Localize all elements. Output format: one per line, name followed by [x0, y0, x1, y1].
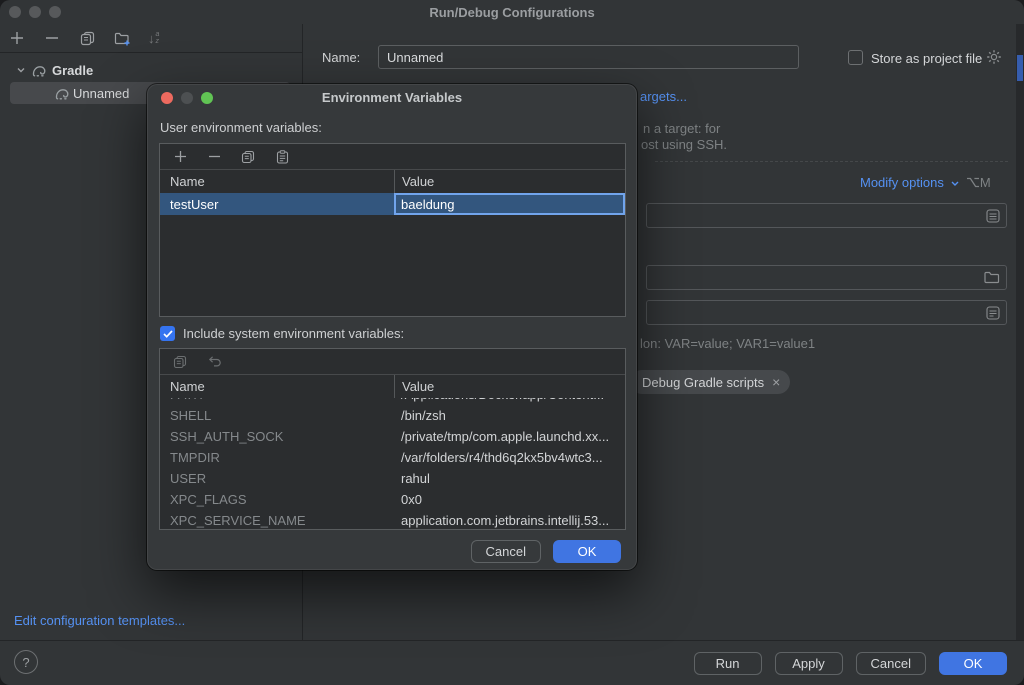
- gear-icon[interactable]: [986, 49, 1002, 68]
- ok-button[interactable]: OK: [939, 652, 1007, 675]
- folder-icon[interactable]: [983, 270, 1001, 285]
- section-divider: [655, 161, 1008, 162]
- sort-configurations-icon[interactable]: ↓az: [148, 31, 159, 46]
- undo-icon[interactable]: [205, 353, 223, 371]
- edit-configuration-templates-link[interactable]: Edit configuration templates...: [14, 613, 185, 628]
- include-system-env-checkbox[interactable]: [160, 326, 175, 341]
- env-value-cell[interactable]: baeldung: [394, 193, 625, 215]
- system-env-vars-table: Name Value PATH /Applications/Docker.app…: [159, 348, 626, 530]
- dialog-footer-bar: ? Run Apply Cancel OK: [0, 640, 1024, 685]
- add-configuration-icon[interactable]: [8, 29, 26, 47]
- value-column-header[interactable]: Value: [394, 170, 625, 193]
- env-value-cell[interactable]: /var/folders/r4/thd6q2kx5bv4wtc3...: [394, 447, 625, 468]
- dialog-title: Environment Variables: [147, 90, 637, 105]
- sidebar-toolbar: ↓az: [0, 24, 302, 53]
- user-env-vars-label: User environment variables:: [160, 120, 322, 135]
- user-table-toolbar: [160, 144, 625, 170]
- env-value-cell: /Applications/Docker.app/Content...: [394, 398, 625, 405]
- gradle-icon: [54, 86, 70, 100]
- table-row[interactable]: XPC_SERVICE_NAMEapplication.com.jetbrain…: [160, 510, 625, 531]
- chevron-down-icon[interactable]: [16, 65, 26, 75]
- env-name-cell[interactable]: XPC_FLAGS: [160, 492, 394, 507]
- working-directory-input[interactable]: [646, 265, 1007, 290]
- paste-icon[interactable]: [273, 148, 291, 166]
- table-row[interactable]: testUserbaeldung: [160, 193, 625, 215]
- table-header: Name Value: [160, 375, 625, 398]
- check-icon: [163, 330, 173, 338]
- system-table-body: SHELL/bin/zshSSH_AUTH_SOCK/private/tmp/c…: [160, 405, 625, 531]
- tree-node-label: Gradle: [52, 63, 93, 78]
- option-key-icon: [966, 177, 979, 188]
- name-label: Name:: [322, 50, 360, 65]
- tag-label: Debug Gradle scripts: [642, 375, 764, 390]
- chevron-down-icon[interactable]: [950, 179, 960, 189]
- cancel-button[interactable]: Cancel: [856, 652, 926, 675]
- env-name-cell[interactable]: SSH_AUTH_SOCK: [160, 429, 394, 444]
- manage-targets-link[interactable]: argets...: [640, 89, 687, 104]
- env-name-cell[interactable]: testUser: [160, 197, 394, 212]
- table-row[interactable]: SHELL/bin/zsh: [160, 405, 625, 426]
- modify-options-shortcut: M: [966, 175, 991, 190]
- dialog-ok-button[interactable]: OK: [553, 540, 621, 563]
- environment-variables-input[interactable]: [646, 300, 1007, 325]
- name-column-header[interactable]: Name: [160, 379, 394, 394]
- env-name-cell[interactable]: USER: [160, 471, 394, 486]
- tree-node-label: Unnamed: [73, 86, 129, 101]
- target-hint-line1: n a target: for: [643, 121, 720, 136]
- debug-gradle-scripts-tag[interactable]: Debug Gradle scripts ×: [630, 370, 790, 394]
- table-row[interactable]: SSH_AUTH_SOCK/private/tmp/com.apple.laun…: [160, 426, 625, 447]
- env-value-cell[interactable]: /private/tmp/com.apple.launchd.xx...: [394, 426, 625, 447]
- user-env-vars-table: Name Value testUserbaeldung: [159, 143, 626, 317]
- value-column-header[interactable]: Value: [394, 375, 625, 398]
- table-row[interactable]: USERrahul: [160, 468, 625, 489]
- env-value-cell[interactable]: rahul: [394, 468, 625, 489]
- window-title: Run/Debug Configurations: [0, 5, 1024, 20]
- copy-icon[interactable]: [239, 148, 257, 166]
- copy-icon[interactable]: [171, 353, 189, 371]
- env-name-cell[interactable]: TMPDIR: [160, 450, 394, 465]
- user-table-body: testUserbaeldung: [160, 193, 625, 215]
- expand-list-icon[interactable]: [985, 208, 1001, 224]
- remove-configuration-icon[interactable]: [43, 29, 61, 47]
- store-as-project-file-label: Store as project file: [871, 51, 982, 66]
- env-vars-hint: lon: VAR=value; VAR1=value1: [640, 336, 815, 351]
- env-value-cell[interactable]: 0x0: [394, 489, 625, 510]
- include-system-env-label[interactable]: Include system environment variables:: [183, 326, 404, 341]
- help-icon[interactable]: ?: [14, 650, 38, 674]
- run-button[interactable]: Run: [694, 652, 762, 675]
- clipped-table-row[interactable]: PATH /Applications/Docker.app/Content...: [160, 398, 625, 405]
- env-name-cell[interactable]: XPC_SERVICE_NAME: [160, 513, 394, 528]
- add-variable-icon[interactable]: [171, 148, 189, 166]
- gradle-icon: [31, 63, 47, 77]
- name-input[interactable]: Unnamed: [378, 45, 799, 69]
- new-folder-icon[interactable]: [113, 29, 131, 47]
- environment-variables-dialog: Environment Variables User environment v…: [147, 84, 637, 570]
- table-row[interactable]: TMPDIR/var/folders/r4/thd6q2kx5bv4wtc3..…: [160, 447, 625, 468]
- copy-configuration-icon[interactable]: [78, 29, 96, 47]
- dialog-cancel-button[interactable]: Cancel: [471, 540, 541, 563]
- table-row[interactable]: XPC_FLAGS0x0: [160, 489, 625, 510]
- store-as-project-file-checkbox[interactable]: [848, 50, 863, 65]
- expand-list-icon[interactable]: [985, 305, 1001, 321]
- target-hint-line2: ost using SSH.: [641, 137, 727, 152]
- close-icon[interactable]: ×: [772, 374, 780, 390]
- modify-options-link[interactable]: Modify options: [860, 175, 944, 190]
- env-name-cell: PATH: [160, 398, 394, 402]
- run-debug-configurations-window: Run/Debug Configurations ↓az Gradle: [0, 0, 1024, 685]
- run-options-input[interactable]: [646, 203, 1007, 228]
- system-table-toolbar: [160, 349, 625, 375]
- window-edge-strip: [1016, 24, 1024, 640]
- name-input-value: Unnamed: [387, 50, 443, 65]
- remove-variable-icon[interactable]: [205, 148, 223, 166]
- window-titlebar: Run/Debug Configurations: [0, 0, 1024, 24]
- apply-button[interactable]: Apply: [775, 652, 843, 675]
- env-value-cell[interactable]: application.com.jetbrains.intellij.53...: [394, 510, 625, 531]
- env-value-cell[interactable]: /bin/zsh: [394, 405, 625, 426]
- table-header: Name Value: [160, 170, 625, 193]
- dialog-titlebar: Environment Variables: [147, 84, 637, 111]
- tree-node-gradle[interactable]: Gradle: [0, 59, 302, 81]
- env-name-cell[interactable]: SHELL: [160, 408, 394, 423]
- name-column-header[interactable]: Name: [160, 174, 394, 189]
